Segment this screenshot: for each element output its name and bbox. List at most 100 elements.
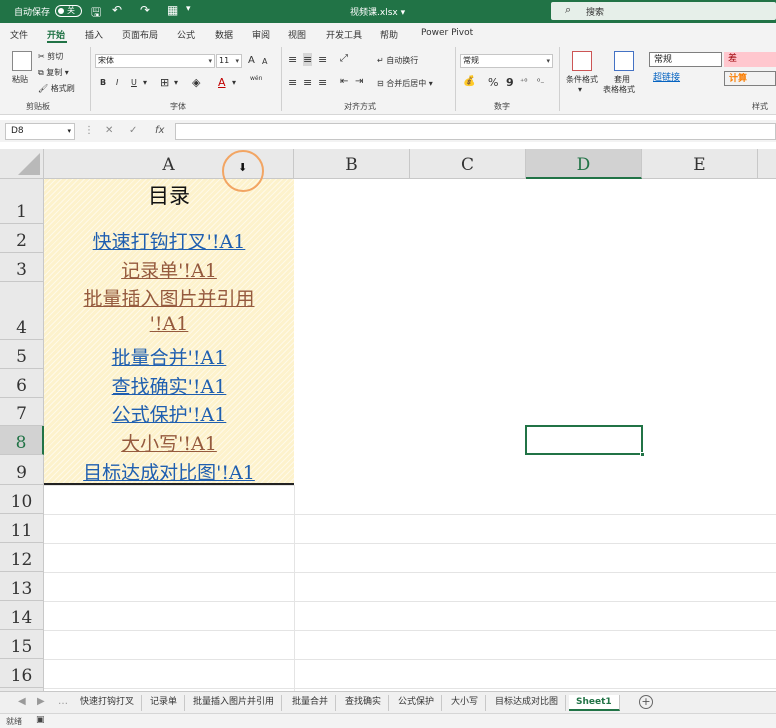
row-header-5[interactable]: 5: [0, 340, 44, 369]
paste-button[interactable]: 粘贴: [12, 74, 28, 85]
orientation-icon[interactable]: ⤢: [340, 53, 348, 64]
toc-link-formula-protect[interactable]: 公式保护'!A1: [44, 400, 294, 427]
sheet-tab-case[interactable]: 大小写: [444, 695, 487, 711]
sheet-tab-sheet1[interactable]: Sheet1: [569, 695, 620, 711]
format-painter-button[interactable]: 🖌 格式刷: [38, 83, 75, 94]
decrease-indent-icon[interactable]: ⇤: [340, 76, 348, 87]
conditional-format-icon[interactable]: [572, 51, 592, 71]
search-box[interactable]: ⌕ 搜索: [551, 2, 776, 20]
toc-link-record-form[interactable]: 记录单'!A1: [44, 256, 294, 283]
style-normal[interactable]: 常规: [649, 52, 722, 67]
cut-button[interactable]: ✂ 剪切: [38, 51, 63, 62]
font-size-select[interactable]: 11 ▾: [216, 54, 242, 68]
percent-button[interactable]: %: [488, 76, 498, 89]
customize-toolbar-icon[interactable]: ▾: [186, 4, 191, 14]
row-header-4[interactable]: 4: [0, 282, 44, 340]
toc-link-case[interactable]: 大小写'!A1: [44, 429, 294, 456]
chevron-down-icon[interactable]: ▾: [143, 78, 147, 87]
redo-icon[interactable]: ↷: [140, 3, 150, 17]
tab-data[interactable]: 数据: [215, 28, 233, 41]
grow-font-button[interactable]: A: [248, 55, 255, 66]
tab-formulas[interactable]: 公式: [177, 28, 195, 41]
row-header-9[interactable]: 9: [0, 455, 44, 485]
toc-link-target-chart[interactable]: 目标达成对比图'!A1: [44, 458, 294, 485]
sheet-tab-target-chart[interactable]: 目标达成对比图: [488, 695, 567, 711]
chevron-down-icon[interactable]: ▾: [174, 78, 178, 87]
add-sheet-icon[interactable]: +: [639, 695, 653, 709]
row-header-12[interactable]: 12: [0, 543, 44, 572]
row-header-2[interactable]: 2: [0, 224, 44, 253]
phonetic-guide-button[interactable]: wén: [250, 75, 262, 82]
save-icon[interactable]: 🖫: [91, 3, 101, 24]
form-icon[interactable]: ▦: [167, 3, 178, 17]
prev-sheet-icon[interactable]: ◀: [18, 696, 26, 707]
shrink-font-button[interactable]: A: [262, 57, 267, 66]
decrease-decimal-icon[interactable]: ⁰₋: [537, 77, 544, 86]
align-bottom-icon[interactable]: ≡: [318, 53, 327, 66]
chevron-down-icon[interactable]: ▾: [232, 78, 236, 87]
row-header-10[interactable]: 10: [0, 485, 44, 514]
toc-link-batch-merge[interactable]: 批量合并'!A1: [44, 343, 294, 370]
formula-input[interactable]: [175, 123, 776, 140]
underline-button[interactable]: U: [131, 78, 137, 87]
align-top-icon[interactable]: ≡: [288, 53, 297, 66]
tab-power-pivot[interactable]: Power Pivot: [421, 28, 473, 38]
sheet-tab-batch-merge[interactable]: 批量合并: [285, 695, 337, 711]
tab-file[interactable]: 文件: [10, 28, 28, 41]
paste-icon[interactable]: [12, 51, 32, 71]
row-header-15[interactable]: 15: [0, 630, 44, 659]
increase-indent-icon[interactable]: ⇥: [355, 76, 363, 87]
tab-page-layout[interactable]: 页面布局: [122, 28, 158, 41]
document-title[interactable]: 视频课.xlsx ▾: [350, 5, 405, 18]
tab-home[interactable]: 开始: [47, 28, 65, 41]
style-bad[interactable]: 差: [724, 52, 776, 67]
borders-icon[interactable]: ⊞: [160, 76, 169, 89]
row-header-6[interactable]: 6: [0, 369, 44, 398]
chevron-down-icon[interactable]: ▾: [578, 85, 582, 94]
sheet-tab-record-form[interactable]: 记录单: [143, 695, 186, 711]
undo-icon[interactable]: ↶: [112, 3, 122, 17]
comma-style-button[interactable]: 9: [506, 76, 514, 89]
row-header-3[interactable]: 3: [0, 253, 44, 282]
number-format-select[interactable]: 常规 ▾: [460, 54, 553, 68]
row-header-8[interactable]: 8: [0, 426, 44, 455]
bold-button[interactable]: B: [100, 78, 106, 87]
copy-button[interactable]: ⧉ 复制 ▾: [38, 67, 69, 78]
column-header-d[interactable]: D: [526, 149, 642, 179]
tab-insert[interactable]: 插入: [85, 28, 103, 41]
row-header-1[interactable]: 1: [0, 179, 44, 224]
row-header-13[interactable]: 13: [0, 572, 44, 601]
column-header-c[interactable]: C: [410, 149, 526, 179]
row-header-14[interactable]: 14: [0, 601, 44, 630]
italic-button[interactable]: I: [116, 78, 118, 87]
fill-handle[interactable]: [640, 452, 645, 457]
font-color-button[interactable]: A: [218, 76, 226, 89]
toc-link-batch-insert-images[interactable]: 批量插入图片并引用: [44, 284, 294, 311]
format-as-table-label-2[interactable]: 表格格式: [603, 84, 635, 95]
row-header-16[interactable]: 16: [0, 659, 44, 688]
font-name-select[interactable]: 宋体 ▾: [95, 54, 215, 68]
sheet-tab-formula-protect[interactable]: 公式保护: [391, 695, 443, 711]
currency-icon[interactable]: 💰: [463, 76, 475, 87]
align-center-icon[interactable]: ≡: [303, 76, 312, 89]
select-all-button[interactable]: [0, 149, 44, 179]
column-header-b[interactable]: B: [294, 149, 410, 179]
align-right-icon[interactable]: ≡: [318, 76, 327, 89]
next-sheet-icon[interactable]: ▶: [37, 696, 45, 707]
row-header-11[interactable]: 11: [0, 514, 44, 543]
style-calculation[interactable]: 计算: [724, 71, 776, 86]
align-left-icon[interactable]: ≡: [288, 76, 297, 89]
toc-link-find[interactable]: 查找确实'!A1: [44, 372, 294, 399]
conditional-format-button[interactable]: 条件格式: [566, 74, 598, 85]
fill-color-icon[interactable]: ◈: [192, 76, 200, 89]
column-header-e[interactable]: E: [642, 149, 758, 179]
tab-developer[interactable]: 开发工具: [326, 28, 362, 41]
autosave-toggle[interactable]: 关: [55, 5, 82, 17]
sheet-tab-find[interactable]: 查找确实: [338, 695, 390, 711]
accessibility-icon[interactable]: ▣: [36, 715, 45, 725]
tab-review[interactable]: 审阅: [252, 28, 270, 41]
wrap-text-button[interactable]: ↵ 自动换行: [377, 55, 418, 66]
tab-view[interactable]: 视图: [288, 28, 306, 41]
column-header-f[interactable]: [758, 149, 776, 179]
tab-help[interactable]: 帮助: [380, 28, 398, 41]
